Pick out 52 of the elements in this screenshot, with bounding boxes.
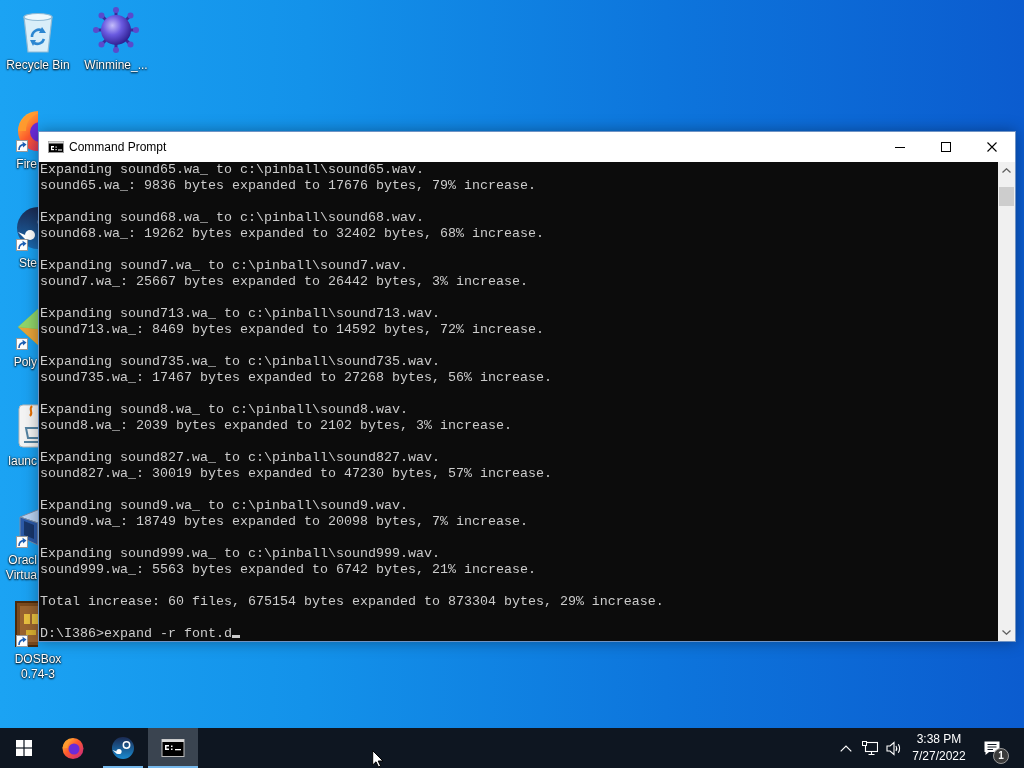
command-line[interactable]: D:\I386>expand -r font.d (40, 626, 232, 641)
console-line: Expanding sound68.wa_ to c:\pinball\sound68.wav. (40, 210, 425, 226)
clock-date[interactable]: 7/27/2022 (912, 748, 966, 765)
chevron-down-icon (1002, 630, 1011, 635)
console-line: Expanding sound827.wa_ to c:\pinball\sound827.wav. (40, 450, 441, 466)
console-line: sound999.wa_: 5563 bytes expanded to 6742 bytes, 21% increase. (40, 562, 537, 578)
maximize-icon (941, 142, 951, 152)
icon-label[interactable]: Winmine_... (84, 58, 148, 73)
console-line: Expanding sound9.wa_ to c:\pinball\sound9.wav. (40, 498, 409, 514)
action-center-button[interactable]: 1 (972, 728, 1012, 768)
console-line: Expanding sound7.wa_ to c:\pinball\sound7.wav. (40, 258, 409, 274)
console-line: sound65.wa_: 9836 bytes expanded to 17676 bytes, 79% increase. (40, 178, 537, 194)
message-icon (984, 740, 1000, 756)
icon-label[interactable]: Ste (19, 256, 37, 271)
window-title: Command Prompt (69, 139, 167, 156)
notification-count: 1 (993, 748, 1009, 764)
console-line: Expanding sound65.wa_ to c:\pinball\sound65.wav. (40, 162, 425, 178)
console-line: sound713.wa_: 8469 bytes expanded to 14592 bytes, 72% increase. (40, 322, 545, 338)
icon-label[interactable]: DOSBox 0.74-3 (14, 652, 62, 682)
console-line: sound9.wa_: 18749 bytes expanded to 20098 bytes, 7% increase. (40, 514, 529, 530)
speaker-icon (886, 740, 902, 756)
windows-logo-icon (16, 740, 32, 756)
network-icon (862, 740, 878, 756)
cursor-icon (231, 635, 240, 638)
taskbar-button[interactable] (148, 728, 198, 768)
console-line: sound8.wa_: 2039 bytes expanded to 2102 bytes, 3% increase. (40, 418, 513, 434)
console-line: sound735.wa_: 17467 bytes expanded to 27268 bytes, 56% increase. (40, 370, 553, 386)
console-line: Total increase: 60 files, 675154 bytes expanded to 873304 bytes, 29% increase. (40, 594, 665, 610)
globe-icon (61, 736, 85, 760)
icon-label[interactable]: launc (8, 454, 37, 469)
icon-label[interactable]: Poly (13, 355, 37, 370)
console-line: Expanding sound8.wa_ to c:\pinball\sound8.wav. (40, 402, 409, 418)
console-icon (48, 141, 64, 153)
console-line: sound827.wa_: 30019 bytes expanded to 47230 bytes, 57% increase. (40, 466, 553, 482)
icon-label[interactable]: Recycle Bin (6, 58, 70, 73)
spiked-ball-icon[interactable] (92, 6, 140, 54)
chevron-up-icon (1002, 168, 1011, 173)
console-icon (161, 736, 185, 760)
console-line: sound68.wa_: 19262 bytes expanded to 32402 bytes, 68% increase. (40, 226, 545, 242)
scroll-thumb[interactable] (999, 187, 1014, 206)
console-line: sound7.wa_: 25667 bytes expanded to 26442 bytes, 3% increase. (40, 274, 529, 290)
console-line: Expanding sound735.wa_ to c:\pinball\sound735.wav. (40, 354, 441, 370)
console-line: Expanding sound713.wa_ to c:\pinball\sound713.wav. (40, 306, 441, 322)
disc-logo-icon (111, 736, 135, 760)
scrollbar[interactable] (998, 162, 1015, 641)
mouse-pointer-icon (372, 750, 384, 768)
icon-label[interactable]: Fire (16, 157, 37, 172)
chevron-up-icon (840, 744, 852, 752)
close-icon (987, 142, 997, 152)
icon-label[interactable]: Oracl Virtua (5, 553, 37, 583)
clock-time[interactable]: 3:38 PM (916, 731, 962, 748)
console-line: Expanding sound999.wa_ to c:\pinball\sound999.wav. (40, 546, 441, 562)
